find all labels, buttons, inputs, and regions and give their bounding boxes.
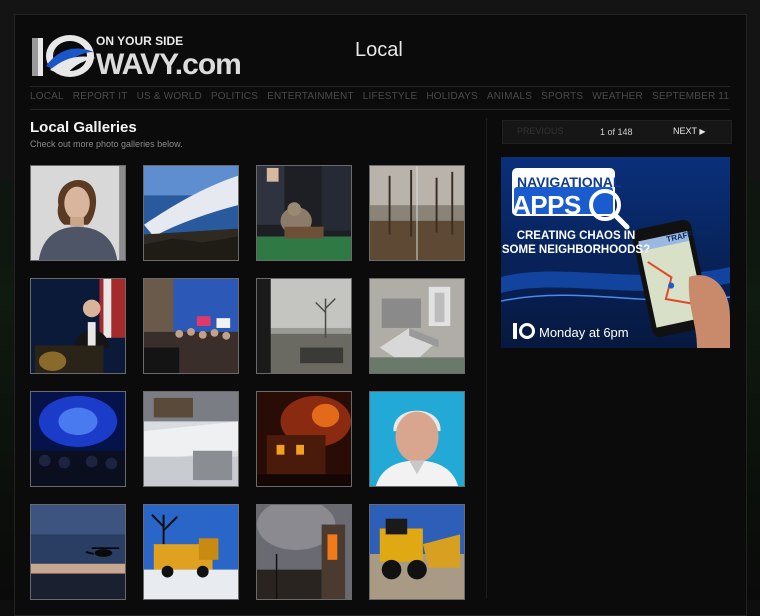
fire-building-image — [257, 505, 351, 599]
gallery-thumb-portrait[interactable] — [369, 391, 465, 487]
logo-ten-icon — [32, 35, 96, 77]
nav-list: LOCAL REPORT IT US & WORLD POLITICS ENTERTAI… — [30, 91, 738, 102]
logo-wordmark: WAVY.com — [96, 48, 242, 81]
logo-tagline: ON YOUR SIDE — [96, 34, 184, 48]
gallery-grid — [30, 165, 470, 605]
helicopter-image — [31, 505, 125, 599]
trees-image — [370, 166, 464, 260]
gallery-subheading: Check out more photo galleries below. — [30, 139, 183, 149]
nav-item-local[interactable]: LOCAL — [30, 91, 64, 102]
groundhog-image — [257, 166, 351, 260]
mugshot-image — [31, 166, 125, 260]
next-label: NEXT — [673, 126, 697, 136]
gallery-thumb-fire-house[interactable] — [256, 391, 352, 487]
nav-item-holidays[interactable]: HOLIDAYS — [426, 91, 477, 102]
ad-airtime: Monday at 6pm — [539, 325, 629, 340]
main-nav: LOCAL REPORT IT US & WORLD POLITICS ENTERTAI… — [30, 86, 730, 110]
ad-headline-top: NAVIGATIONAL — [517, 174, 622, 190]
gallery-thumb-trees[interactable] — [369, 165, 465, 261]
gallery-thumb-loader[interactable] — [369, 504, 465, 600]
page-title: Local — [355, 39, 403, 61]
column-divider — [486, 118, 487, 598]
gallery-thumb-rally[interactable] — [143, 278, 239, 374]
gallery-thumb-mugshot[interactable] — [30, 165, 126, 261]
gallery-thumb-fog[interactable] — [256, 278, 352, 374]
snowplow-image — [144, 505, 238, 599]
nav-item-politics[interactable]: POLITICS — [211, 91, 258, 102]
nav-item-weather[interactable]: WEATHER — [592, 91, 643, 102]
cloud-image — [144, 166, 238, 260]
page-count: 1 of 148 — [600, 127, 633, 137]
ad-subheadline: CREATING CHAOS IN SOME NEIGHBORHOODS? — [501, 230, 651, 256]
next-button[interactable]: NEXT ▶ — [673, 126, 706, 136]
gallery-thumb-snow[interactable] — [143, 391, 239, 487]
podium-image — [31, 279, 125, 373]
gallery-heading: Local Galleries — [30, 119, 137, 136]
gallery-thumb-fire-building[interactable] — [256, 504, 352, 600]
loader-image — [370, 505, 464, 599]
nav-item-entertainment[interactable]: ENTERTAINMENT — [267, 91, 354, 102]
ad-banner[interactable]: NAVIGATIONAL APPS CREATING CHAOS IN SOME… — [501, 157, 730, 348]
ad-headline-main: APPS — [512, 190, 581, 220]
nav-item-animals[interactable]: ANIMALS — [487, 91, 532, 102]
nav-item-lifestyle[interactable]: LIFESTYLE — [363, 91, 418, 102]
gallery-thumb-snowplow[interactable] — [143, 504, 239, 600]
previous-button[interactable]: PREVIOUS — [517, 126, 564, 136]
nav-item-sports[interactable]: SPORTS — [541, 91, 583, 102]
fog-image — [257, 279, 351, 373]
gallery-thumb-helicopter[interactable] — [30, 504, 126, 600]
chevron-right-icon: ▶ — [699, 127, 706, 136]
gallery-thumb-podium[interactable] — [30, 278, 126, 374]
fire-house-image — [257, 392, 351, 486]
gallery-thumb-groundhog[interactable] — [256, 165, 352, 261]
gallery-thumb-cloud[interactable] — [143, 165, 239, 261]
nav-item-report-it[interactable]: REPORT IT — [73, 91, 128, 102]
rally-image — [144, 279, 238, 373]
nav-item-september-11[interactable]: SEPTEMBER 11 — [652, 91, 729, 102]
gallery-thumb-model[interactable] — [369, 278, 465, 374]
snow-image — [144, 392, 238, 486]
site-logo[interactable]: ON YOUR SIDE WAVY.com — [30, 30, 242, 81]
stage-image — [31, 392, 125, 486]
gallery-thumb-stage[interactable] — [30, 391, 126, 487]
model-image — [370, 279, 464, 373]
gallery-pager: PREVIOUS 1 of 148 NEXT ▶ — [502, 120, 732, 144]
nav-item-us-world[interactable]: US & WORLD — [137, 91, 202, 102]
portrait-image — [370, 392, 464, 486]
